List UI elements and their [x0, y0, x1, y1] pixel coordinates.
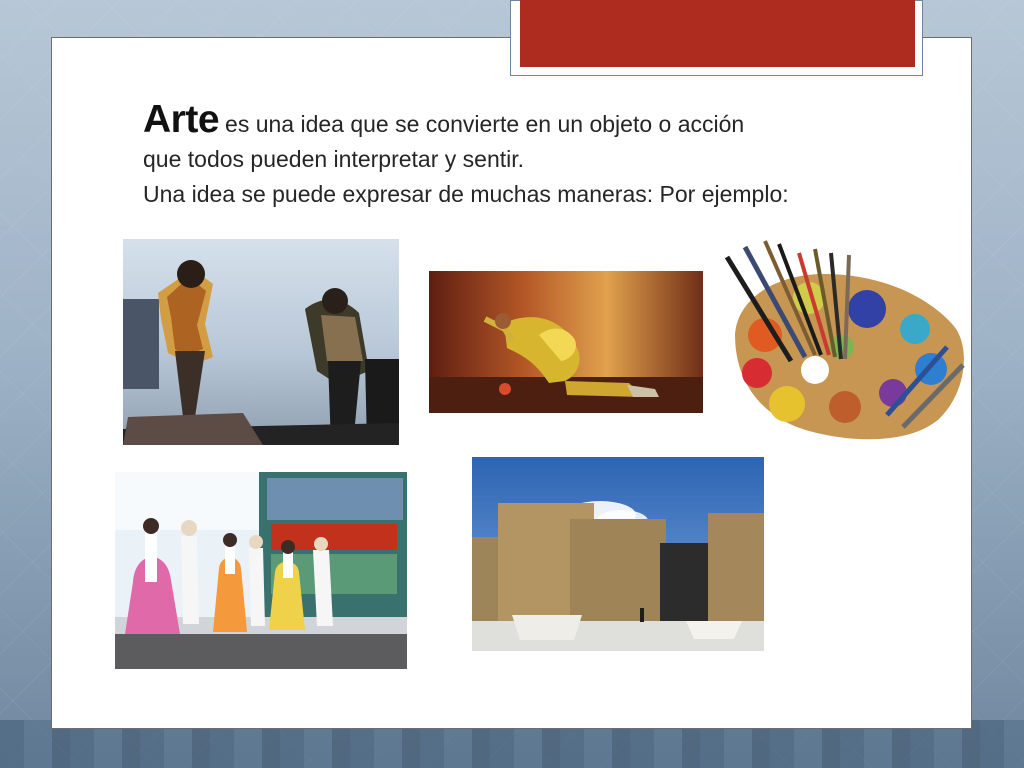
architecture-photo [472, 457, 764, 651]
concert-photo [123, 239, 399, 445]
text-line-3: Una idea se puede expresar de muchas man… [143, 181, 789, 207]
title-bar [520, 0, 915, 67]
slide-text: Arte es una idea que se convierte en un o… [143, 100, 953, 212]
folk-dance-photo [115, 472, 407, 669]
text-line-1-rest: es una idea que se convierte en un objet… [225, 111, 745, 137]
dancer-photo [429, 271, 703, 413]
text-line-2: que todos pueden interpretar y sentir. [143, 146, 525, 172]
lead-word: Arte [143, 98, 220, 141]
paint-palette-photo [717, 237, 969, 442]
text-line-1: Arte es una idea que se convierte en un o… [143, 100, 953, 142]
